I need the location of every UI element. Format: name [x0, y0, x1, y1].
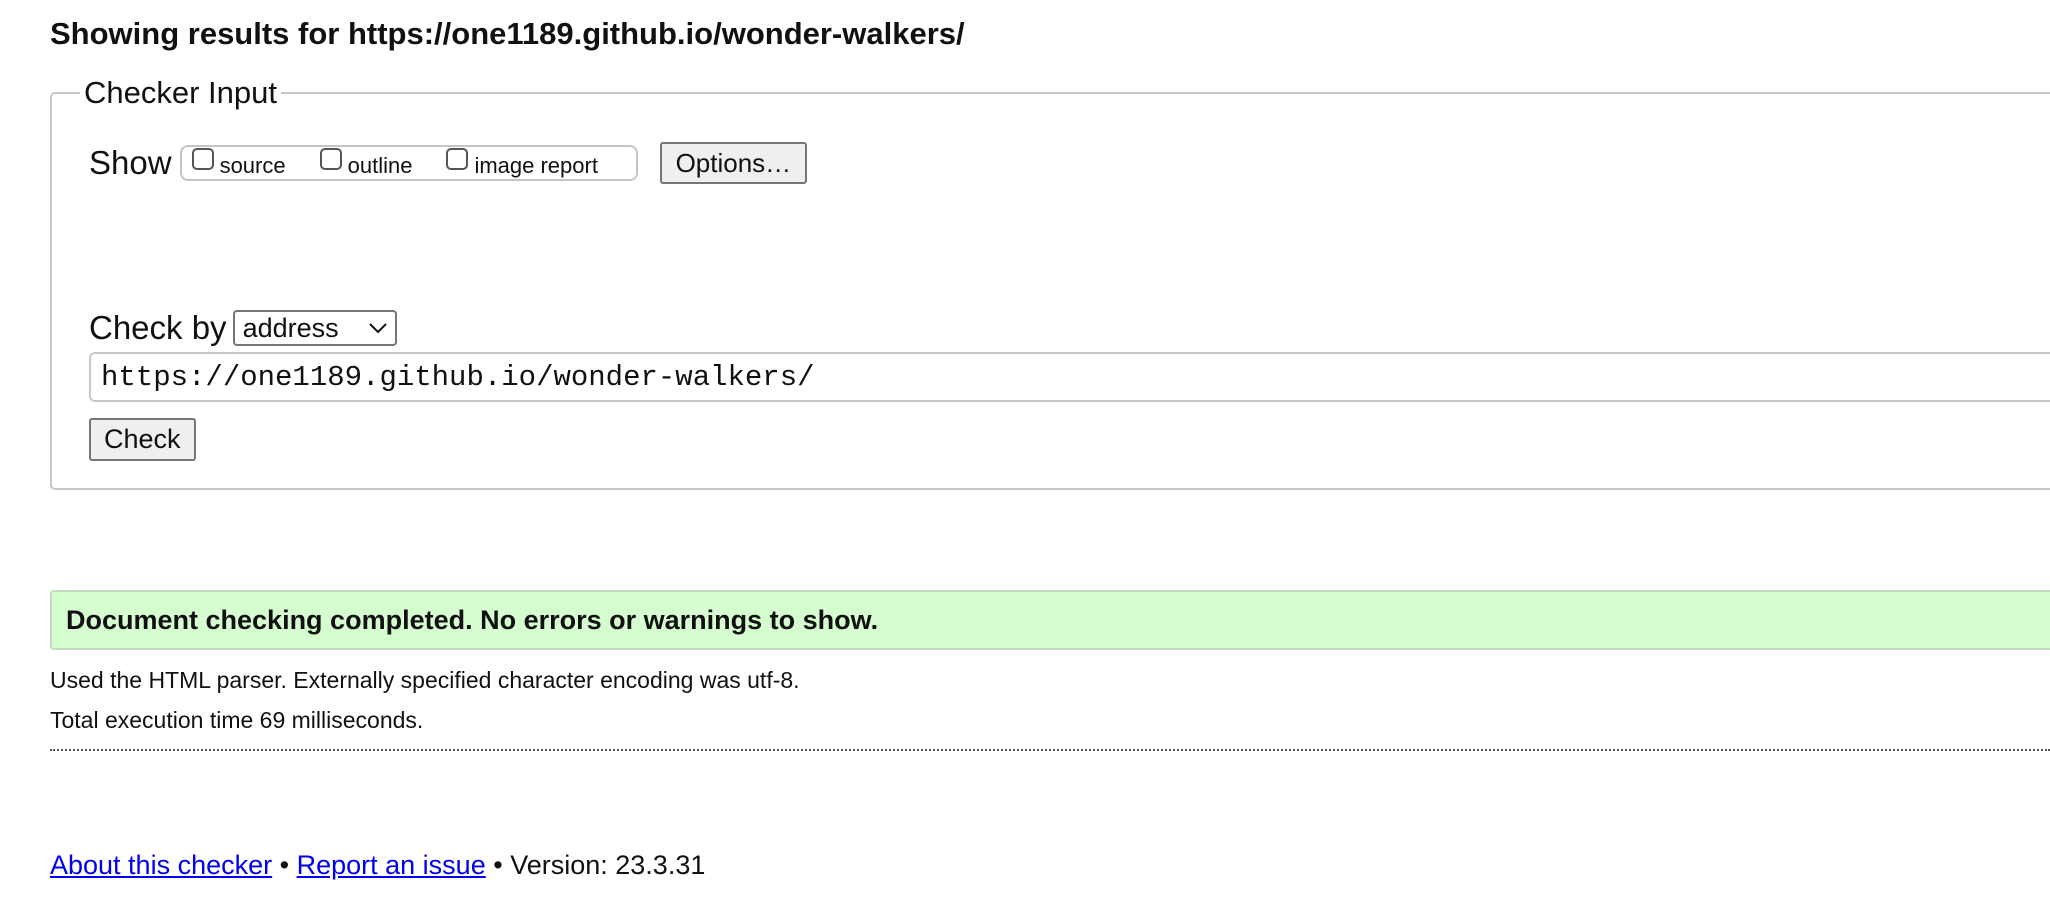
show-checkbox-group: source outline image report: [179, 145, 638, 181]
success-message: Document checking completed. No errors o…: [66, 604, 879, 635]
footer-separator: •: [279, 850, 290, 880]
source-checkbox[interactable]: [191, 148, 214, 170]
chevron-down-icon[interactable]: [368, 322, 387, 334]
dotted-divider: [50, 749, 2050, 751]
url-input[interactable]: [89, 352, 2050, 402]
about-checker-link[interactable]: About this checker: [50, 850, 272, 880]
check-by-row: Check by address: [89, 308, 397, 348]
image-report-checkbox[interactable]: [446, 148, 469, 170]
options-button[interactable]: Options…: [659, 142, 808, 184]
check-button[interactable]: Check: [89, 418, 196, 461]
outline-checkbox-item[interactable]: outline: [319, 147, 413, 179]
show-label: Show: [89, 144, 172, 181]
check-by-label: Check by: [89, 309, 227, 346]
parser-info: Used the HTML parser. Externally specifi…: [50, 667, 800, 693]
image-report-checkbox-item[interactable]: image report: [446, 147, 598, 179]
execution-time: Total execution time 69 milliseconds.: [50, 707, 424, 733]
page: Showing results for https://one1189.gith…: [0, 0, 2050, 904]
version-text: Version: 23.3.31: [510, 850, 706, 880]
outline-checkbox[interactable]: [319, 148, 342, 170]
footer: About this checker • Report an issue • V…: [50, 848, 705, 882]
image-report-checkbox-label[interactable]: image report: [474, 153, 598, 179]
checker-input-legend: Checker Input: [80, 74, 281, 112]
check-by-select[interactable]: address: [232, 310, 397, 346]
footer-separator: •: [493, 850, 503, 880]
outline-checkbox-label[interactable]: outline: [348, 153, 413, 179]
success-banner: Document checking completed. No errors o…: [50, 590, 2050, 650]
show-options-row: Show source outline image report Options…: [89, 142, 808, 184]
report-issue-link[interactable]: Report an issue: [297, 850, 486, 880]
source-checkbox-item[interactable]: source: [191, 147, 286, 179]
check-by-selected-value[interactable]: address: [243, 312, 339, 344]
page-title: Showing results for https://one1189.gith…: [50, 16, 965, 51]
source-checkbox-label[interactable]: source: [220, 153, 286, 179]
